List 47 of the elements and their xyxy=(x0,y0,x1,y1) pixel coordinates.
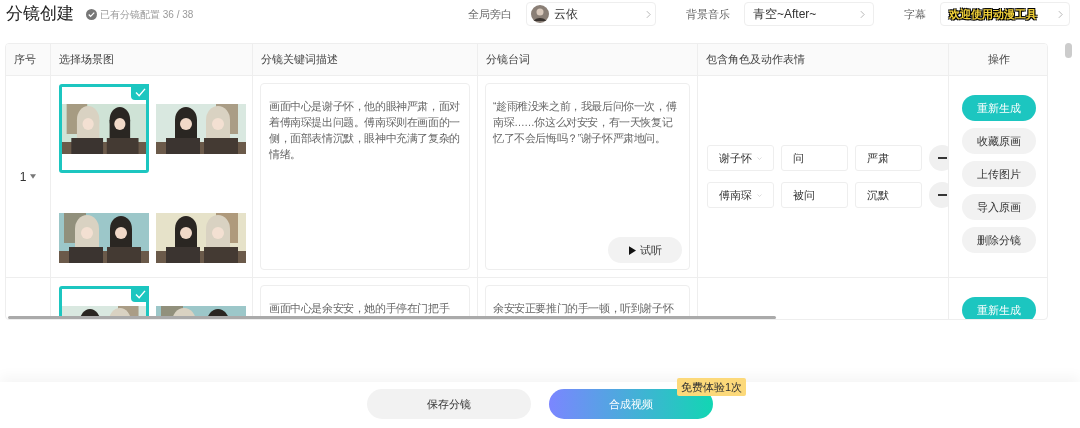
check-icon xyxy=(131,84,149,100)
column-header: 分镜关键词描述 xyxy=(253,44,478,75)
dialogue-text[interactable]: “趁雨稚没来之前，我最后问你一次，傅南琛……你这么对安安，有一天恢复记忆了不会后悔吗？”谢子怀严肃地问。 xyxy=(493,98,682,146)
column-header: 序号 xyxy=(6,44,51,75)
action-button[interactable]: 导入原画 xyxy=(962,194,1036,220)
description-field[interactable]: 画面中心是谢子怀，他的眼神严肃，面对着傅南琛提出问题。傅南琛则在画面的一侧，面部表情沉默，眼神中充满了复杂的情绪。 xyxy=(260,83,470,270)
config-status: 已有分镜配置 36 / 38 xyxy=(100,7,194,22)
role-select[interactable]: 傅南琛 xyxy=(707,182,774,208)
check-circle-icon xyxy=(86,8,97,20)
subtitle-label: 字幕 xyxy=(904,6,926,22)
column-header: 分镜台词 xyxy=(478,44,698,75)
action-field[interactable]: 问 xyxy=(781,145,848,171)
action-button[interactable]: 上传图片 xyxy=(962,161,1036,187)
action-button[interactable]: 收藏原画 xyxy=(962,128,1036,154)
chevron-right-icon xyxy=(646,9,651,19)
chevron-down-icon xyxy=(757,155,762,161)
action-field[interactable]: 被问 xyxy=(781,182,848,208)
remove-button[interactable] xyxy=(929,145,948,171)
remove-button[interactable] xyxy=(929,182,948,208)
column-header: 选择场景图 xyxy=(51,44,253,75)
horizontal-scrollbar[interactable] xyxy=(8,316,776,319)
trial-badge: 免费体验1次 xyxy=(677,378,747,396)
play-icon xyxy=(628,245,636,255)
music-label: 背景音乐 xyxy=(686,6,730,22)
narration-label: 全局旁白 xyxy=(468,6,512,22)
check-icon xyxy=(131,286,149,302)
action-button[interactable]: 删除分镜 xyxy=(962,227,1036,253)
minus-icon xyxy=(937,157,947,159)
expression-field[interactable]: 沉默 xyxy=(855,182,922,208)
selected-thumbnail[interactable] xyxy=(59,84,149,173)
narration-select[interactable]: 云依 xyxy=(526,2,656,26)
chevron-right-icon xyxy=(1058,9,1063,19)
page-title: 分镜创建 xyxy=(6,3,74,26)
row-number: 1 xyxy=(19,168,27,186)
caret-down-icon[interactable] xyxy=(30,174,37,179)
avatar-icon xyxy=(531,5,549,23)
expression-field[interactable]: 严肃 xyxy=(855,145,922,171)
listen-button[interactable]: 试听 xyxy=(608,237,682,263)
save-button[interactable]: 保存分镜 xyxy=(367,389,531,419)
vertical-scrollbar[interactable] xyxy=(1065,43,1072,58)
music-select[interactable]: 青空~After~ xyxy=(744,2,874,26)
column-header: 操作 xyxy=(987,52,1011,68)
role-select[interactable]: 谢子怀 xyxy=(707,145,774,171)
chevron-right-icon xyxy=(860,9,865,19)
column-header: 包含角色及动作表情 xyxy=(698,44,949,75)
minus-icon xyxy=(937,194,947,196)
chevron-down-icon xyxy=(757,192,762,198)
